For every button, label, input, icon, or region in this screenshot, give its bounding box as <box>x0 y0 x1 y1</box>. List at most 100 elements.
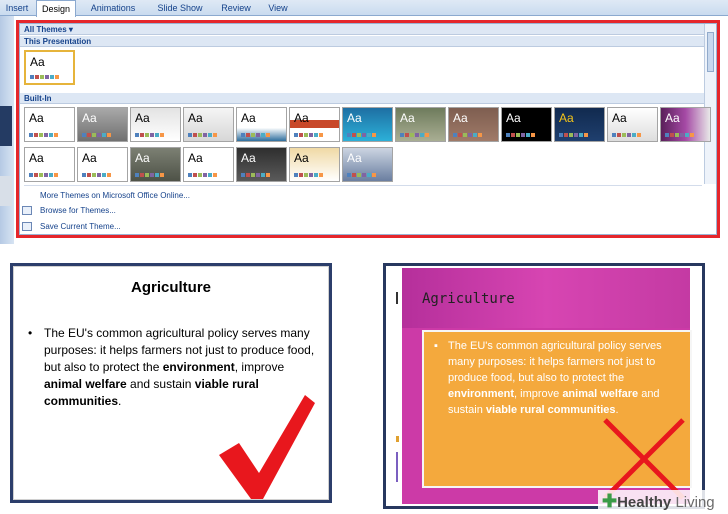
theme-thumbnail-current[interactable]: Aa <box>24 50 75 85</box>
brand-text: Healthy <box>617 494 672 511</box>
slide-good-example: Agriculture • The EU's common agricultur… <box>10 263 332 503</box>
theme-thumbnail-label: Aa <box>453 111 468 125</box>
theme-thumbnail[interactable]: Aa <box>554 107 605 142</box>
theme-thumbnail[interactable]: Aa <box>77 107 128 142</box>
browse-themes-link[interactable]: Browse for Themes... <box>40 205 116 217</box>
theme-thumbnail[interactable]: Aa <box>24 147 75 182</box>
theme-thumbnail-label: Aa <box>29 151 44 165</box>
slides-pane-edge <box>0 16 14 244</box>
chevron-down-icon: ▾ <box>68 25 73 34</box>
color-swatch-strip <box>30 75 59 79</box>
theme-thumbnail[interactable]: Aa <box>342 107 393 142</box>
ribbon-tab-bar: Insert Design Animations Slide Show Revi… <box>0 0 728 17</box>
brand-text: Living <box>671 494 715 511</box>
save-icon <box>22 222 32 231</box>
theme-thumbnail[interactable]: Aa <box>395 107 446 142</box>
tab-design[interactable]: Design <box>36 0 76 17</box>
theme-thumbnail-label: Aa <box>612 111 627 125</box>
theme-thumbnail-label: Aa <box>241 151 256 165</box>
theme-thumbnail[interactable]: Aa <box>607 107 658 142</box>
color-swatch-strip <box>82 173 111 177</box>
color-swatch-strip <box>559 133 588 137</box>
theme-thumbnail-label: Aa <box>30 55 45 69</box>
theme-thumbnail-label: Aa <box>135 151 150 165</box>
theme-thumbnail-label: Aa <box>82 111 97 125</box>
color-swatch-strip <box>612 133 641 137</box>
slide-title: Agriculture <box>130 279 211 296</box>
tab-view[interactable]: View <box>262 0 294 16</box>
theme-thumbnail-label: Aa <box>241 111 256 125</box>
tab-slide-show[interactable]: Slide Show <box>150 0 210 16</box>
body-bold: environment <box>162 360 235 374</box>
body-text: and sustain <box>126 377 195 391</box>
color-swatch-strip <box>506 133 535 137</box>
theme-thumbnail-label: Aa <box>665 111 680 125</box>
body-bold: animal welfare <box>562 388 639 400</box>
theme-thumbnail[interactable]: Aa <box>130 147 181 182</box>
body-bold: environment <box>448 388 515 400</box>
theme-thumbnail-label: Aa <box>294 111 309 125</box>
themes-gallery: All Themes ▾ This Presentation Built-In … <box>16 20 720 238</box>
theme-thumbnail[interactable]: Aa <box>660 107 711 142</box>
theme-thumbnail-label: Aa <box>347 111 362 125</box>
color-swatch-strip <box>135 173 164 177</box>
theme-thumbnail[interactable]: Aa <box>448 107 499 142</box>
theme-thumbnail[interactable]: Aa <box>342 147 393 182</box>
slide-thumbnail[interactable] <box>0 106 12 146</box>
theme-thumbnail[interactable]: Aa <box>183 147 234 182</box>
folder-icon <box>22 206 32 215</box>
theme-thumbnail[interactable]: Aa <box>501 107 552 142</box>
theme-thumbnail[interactable]: Aa <box>130 107 181 142</box>
body-bold: viable rural communities <box>485 404 616 416</box>
body-text: . <box>118 394 122 408</box>
checkmark-icon <box>219 395 315 499</box>
watermark-logo: ✚Healthy Living <box>598 490 726 512</box>
gallery-scrollbar[interactable] <box>704 24 716 184</box>
bullet-icon: • <box>28 326 33 340</box>
divider <box>24 185 702 186</box>
theme-thumbnail-label: Aa <box>400 111 415 125</box>
slide-edge-marks <box>394 286 400 486</box>
color-swatch-strip <box>453 133 482 137</box>
bullet-icon: ▪ <box>434 340 438 352</box>
theme-thumbnail[interactable]: Aa <box>24 107 75 142</box>
theme-thumbnail[interactable]: Aa <box>236 147 287 182</box>
slide-bad-example: Agriculture ▪ The EU's common agricultur… <box>383 263 705 509</box>
color-swatch-strip <box>188 173 217 177</box>
color-swatch-strip <box>665 133 694 137</box>
save-theme-link[interactable]: Save Current Theme... <box>40 221 121 233</box>
body-bold: animal welfare <box>44 377 127 391</box>
plus-icon: ✚ <box>602 491 618 511</box>
body-text: , improve <box>234 360 285 374</box>
more-themes-link[interactable]: More Themes on Microsoft Office Online..… <box>40 190 190 202</box>
color-swatch-strip <box>29 173 58 177</box>
color-swatch-strip <box>188 133 217 137</box>
filter-dropdown[interactable]: All Themes ▾ <box>20 24 716 35</box>
color-swatch-strip <box>347 173 376 177</box>
theme-thumbnail-label: Aa <box>188 151 203 165</box>
tab-animations[interactable]: Animations <box>84 0 142 16</box>
theme-thumbnail-label: Aa <box>188 111 203 125</box>
color-swatch-strip <box>29 133 58 137</box>
theme-thumbnail[interactable]: Aa <box>183 107 234 142</box>
color-swatch-strip <box>400 133 429 137</box>
theme-thumbnail-label: Aa <box>294 151 309 165</box>
slide-body: ▪ The EU's common agricultural policy se… <box>434 338 686 418</box>
slide-thumbnail[interactable] <box>0 176 12 206</box>
theme-thumbnail[interactable]: Aa <box>236 107 287 142</box>
theme-thumbnail-label: Aa <box>559 111 574 125</box>
theme-thumbnail-label: Aa <box>135 111 150 125</box>
tab-review[interactable]: Review <box>216 0 256 16</box>
color-swatch-strip <box>294 173 323 177</box>
color-swatch-strip <box>347 133 376 137</box>
section-header-this-presentation: This Presentation <box>20 36 716 47</box>
tab-insert[interactable]: Insert <box>2 0 32 16</box>
slide-title: Agriculture <box>422 291 515 307</box>
color-swatch-strip <box>135 133 164 137</box>
theme-thumbnail[interactable]: Aa <box>77 147 128 182</box>
theme-thumbnail[interactable]: Aa <box>289 107 340 142</box>
theme-thumbnail[interactable]: Aa <box>289 147 340 182</box>
theme-thumbnail-label: Aa <box>29 111 44 125</box>
color-swatch-strip <box>241 173 270 177</box>
color-swatch-strip <box>294 133 323 137</box>
